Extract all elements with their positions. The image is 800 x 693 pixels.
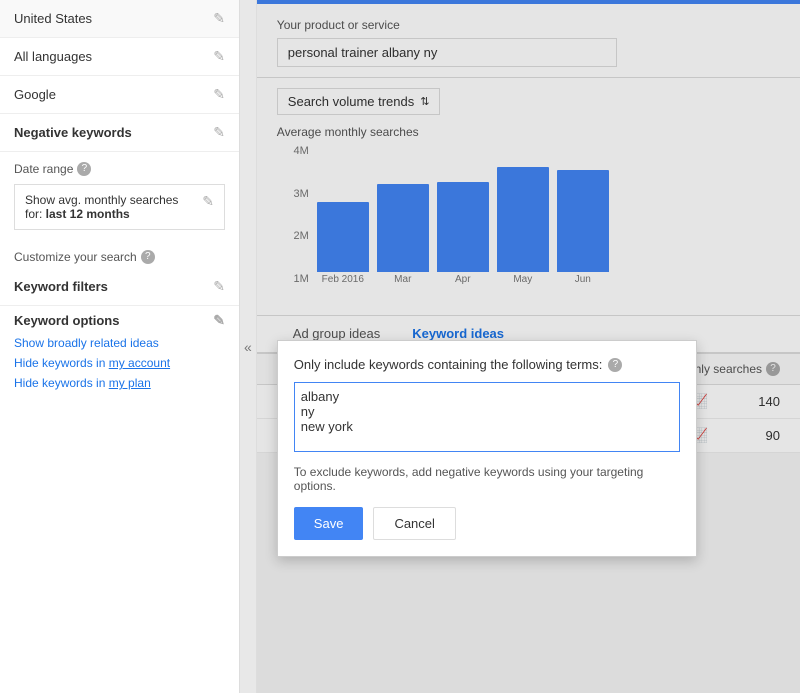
edit-google-icon[interactable]: ✎ xyxy=(213,86,225,103)
collapse-icon: « xyxy=(244,339,252,355)
edit-all-languages-icon[interactable]: ✎ xyxy=(213,48,225,65)
sidebar-item-united-states[interactable]: United States ✎ xyxy=(0,0,239,38)
modal-save-button[interactable]: Save xyxy=(294,507,364,540)
keyword-options-title: Keyword options ✎ xyxy=(14,312,225,329)
keyword-options-section: Keyword options ✎ Show broadly related i… xyxy=(0,306,239,397)
keyword-option-broadly-related[interactable]: Show broadly related ideas xyxy=(14,333,225,353)
keyword-options-title-text: Keyword options xyxy=(14,313,119,328)
customize-search-section: Customize your search ? xyxy=(0,240,239,268)
modal-cancel-button[interactable]: Cancel xyxy=(373,507,455,540)
sidebar-item-negative-keywords[interactable]: Negative keywords ✎ xyxy=(0,114,239,152)
keyword-filters-label: Keyword filters xyxy=(14,279,108,294)
date-range-label: Date range xyxy=(14,162,73,176)
modal-title-help-icon[interactable]: ? xyxy=(608,358,622,372)
keyword-option-hide-plan[interactable]: Hide keywords in my plan xyxy=(14,373,225,393)
sidebar-collapse-bar[interactable]: « xyxy=(240,0,257,693)
sidebar-item-google-label: Google xyxy=(14,87,56,102)
edit-keyword-options-icon[interactable]: ✎ xyxy=(213,312,225,329)
modal-hint: To exclude keywords, add negative keywor… xyxy=(294,465,680,493)
customize-search-label: Customize your search xyxy=(14,250,137,264)
sidebar-item-keyword-filters[interactable]: Keyword filters ✎ xyxy=(0,268,239,306)
sidebar-item-united-states-label: United States xyxy=(14,11,92,26)
customize-search-help-icon[interactable]: ? xyxy=(141,250,155,264)
keyword-option-hide-account[interactable]: Hide keywords in my account xyxy=(14,353,225,373)
sidebar-item-all-languages-label: All languages xyxy=(14,49,92,64)
modal-buttons: Save Cancel xyxy=(294,507,680,540)
date-range-section: Date range ? xyxy=(0,152,239,180)
modal-overlay: Only include keywords containing the fol… xyxy=(257,0,800,693)
edit-date-range-icon[interactable]: ✎ xyxy=(202,193,214,210)
modal-keywords-textarea[interactable]: albany ny new york xyxy=(294,382,680,452)
sidebar: United States ✎ All languages ✎ Google ✎… xyxy=(0,0,240,693)
modal-box: Only include keywords containing the fol… xyxy=(277,340,697,557)
edit-negative-keywords-icon[interactable]: ✎ xyxy=(213,124,225,141)
date-range-box: Show avg. monthly searchesfor: last 12 m… xyxy=(14,184,225,230)
date-range-value: Show avg. monthly searchesfor: last 12 m… xyxy=(25,193,178,221)
edit-united-states-icon[interactable]: ✎ xyxy=(213,10,225,27)
date-range-help-icon[interactable]: ? xyxy=(77,162,91,176)
sidebar-item-negative-keywords-label: Negative keywords xyxy=(14,125,132,140)
sidebar-item-all-languages[interactable]: All languages ✎ xyxy=(0,38,239,76)
main-content: Your product or service Search volume tr… xyxy=(257,0,800,693)
sidebar-item-google[interactable]: Google ✎ xyxy=(0,76,239,114)
modal-title: Only include keywords containing the fol… xyxy=(294,357,680,372)
edit-keyword-filters-icon[interactable]: ✎ xyxy=(213,278,225,295)
